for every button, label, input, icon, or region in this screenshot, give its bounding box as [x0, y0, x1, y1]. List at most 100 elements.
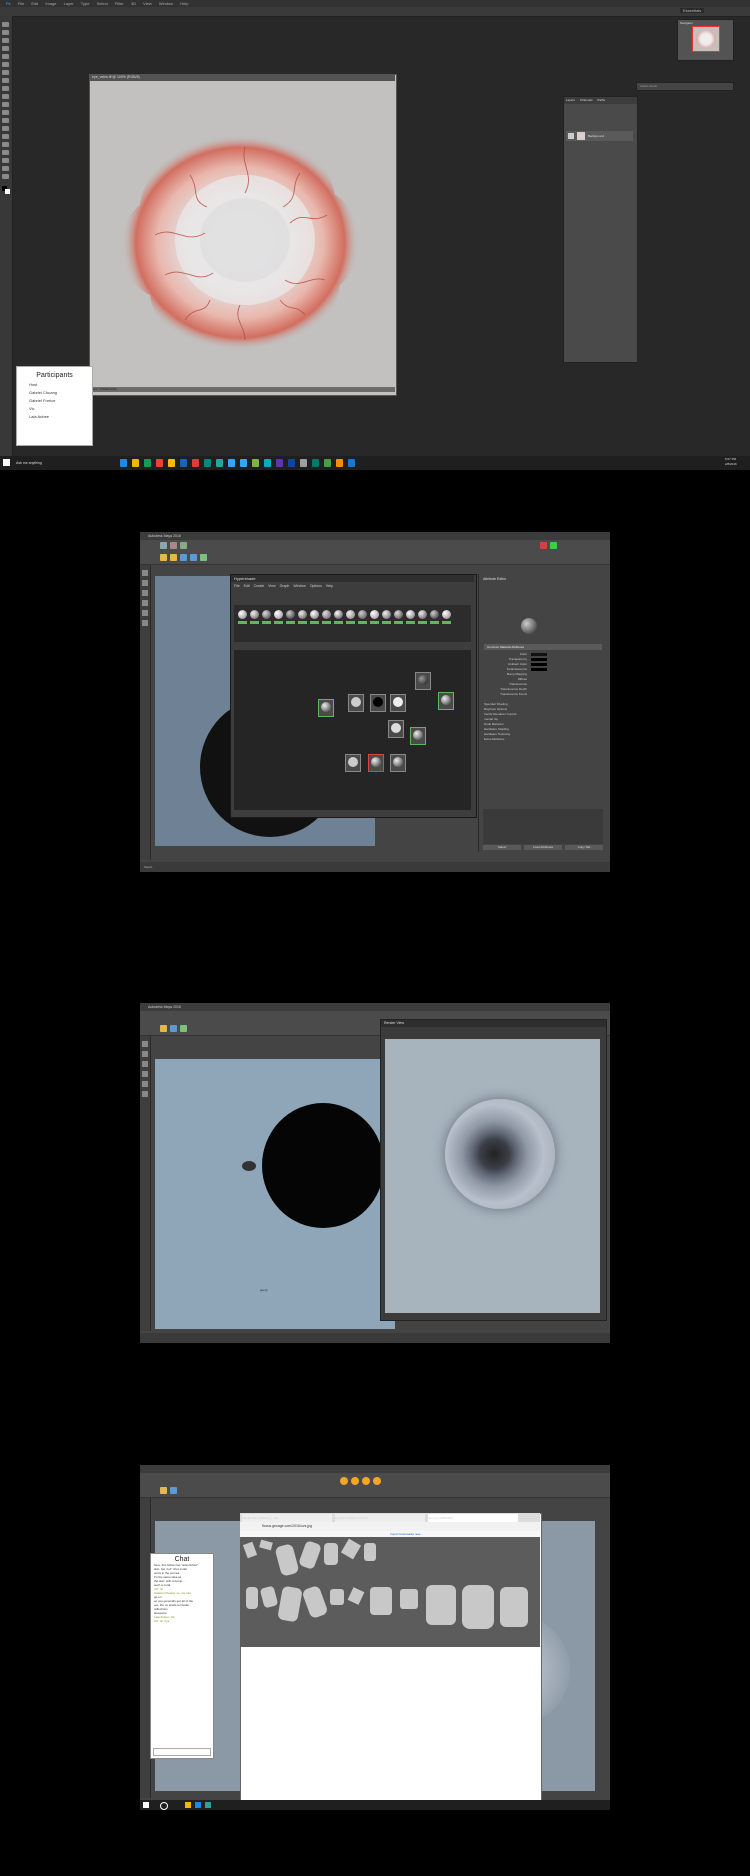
navigator-view-box[interactable]: [692, 26, 720, 52]
eyeball-mesh[interactable]: [262, 1103, 384, 1228]
taskbar-app-icon[interactable]: [192, 459, 199, 467]
shelf-icon[interactable]: [180, 542, 187, 549]
hs-menu-window[interactable]: Window: [293, 584, 305, 588]
hs-menu-help[interactable]: Help: [326, 584, 333, 588]
hand-tool-icon[interactable]: [2, 166, 9, 171]
move-tool-icon[interactable]: [142, 1071, 148, 1077]
dodge-tool-icon[interactable]: [2, 126, 9, 131]
texture-node[interactable]: [390, 694, 406, 712]
crop-tool-icon[interactable]: [2, 54, 9, 59]
material-swatch[interactable]: [394, 610, 403, 619]
material-swatch[interactable]: [418, 610, 427, 619]
attr-section-header[interactable]: Common Material Attributes: [484, 644, 602, 650]
browser-tab[interactable]: Mental Ray Scattering - Ma...: [242, 1514, 332, 1522]
material-swatch[interactable]: [382, 610, 391, 619]
shelf-icon[interactable]: [170, 1487, 177, 1494]
menu-window[interactable]: Window: [159, 1, 173, 6]
participant-item[interactable]: Gabriel Forrice: [29, 398, 92, 403]
lasso-tool-icon[interactable]: [142, 1051, 148, 1057]
brush-tool-icon[interactable]: [2, 78, 9, 83]
taskbar-app-icon[interactable]: [276, 459, 283, 467]
paint-tool-icon[interactable]: [142, 590, 148, 596]
menu-layer[interactable]: Layer: [64, 1, 74, 6]
copy-tab-button[interactable]: Copy Tab: [565, 845, 603, 850]
tab-layers[interactable]: Layers: [566, 98, 575, 102]
material-swatch[interactable]: [334, 610, 343, 619]
material-swatch[interactable]: [238, 610, 247, 619]
shelf-icon[interactable]: [170, 542, 177, 549]
material-swatch[interactable]: [406, 610, 415, 619]
search-input[interactable]: Adobe Stock: [636, 82, 734, 91]
menu-file[interactable]: File: [18, 1, 24, 6]
hs-menu-edit[interactable]: Edit: [244, 584, 250, 588]
taskbar-app-icon[interactable]: [324, 459, 331, 467]
notes-field[interactable]: [483, 809, 603, 844]
node-editor-graph[interactable]: [234, 650, 471, 810]
taskbar-app-icon[interactable]: [216, 459, 223, 467]
shelf-icon[interactable]: [160, 542, 167, 549]
material-swatch[interactable]: [262, 610, 271, 619]
start-icon[interactable]: [143, 1802, 149, 1808]
participant-item[interactable]: Lala Aubee: [29, 414, 92, 419]
workspace-select[interactable]: Essentials: [680, 8, 705, 13]
healing-brush-icon[interactable]: [2, 70, 9, 75]
texture-node[interactable]: [348, 694, 364, 712]
taskbar-app-icon[interactable]: [312, 459, 319, 467]
start-icon[interactable]: [3, 459, 10, 466]
material-swatch[interactable]: [370, 610, 379, 619]
gradient-tool-icon[interactable]: [2, 110, 9, 115]
type-tool-icon[interactable]: [2, 142, 9, 147]
rotate-tool-icon[interactable]: [142, 1081, 148, 1087]
material-swatch[interactable]: [322, 610, 331, 619]
texture-node[interactable]: [388, 720, 404, 738]
shelf-icon[interactable]: [180, 554, 187, 561]
quick-select-icon[interactable]: [2, 46, 9, 51]
taskbar-app-icon[interactable]: [132, 459, 139, 467]
shelf-icon[interactable]: [160, 1487, 167, 1494]
taskbar-app-icon[interactable]: [144, 459, 151, 467]
shape-tool-icon[interactable]: [2, 158, 9, 163]
marquee-tool-icon[interactable]: [2, 30, 9, 35]
material-swatch[interactable]: [298, 610, 307, 619]
clone-stamp-icon[interactable]: [2, 86, 9, 91]
shader-node[interactable]: [390, 754, 406, 772]
taskbar-app-icon[interactable]: [228, 459, 235, 467]
taskbar-app-icon[interactable]: [240, 459, 247, 467]
menu-type[interactable]: Type: [81, 1, 90, 6]
hs-menu-graph[interactable]: Graph: [280, 584, 290, 588]
move-tool-icon[interactable]: [142, 600, 148, 606]
import-bookmarks-link[interactable]: Import bookmarks now...: [390, 1532, 423, 1536]
taskbar-app-icon[interactable]: [205, 1802, 211, 1808]
chat-input[interactable]: [153, 1748, 211, 1756]
shader-node[interactable]: [415, 672, 431, 690]
browser-tab[interactable]: Eyeball Creation Tutorial...: [335, 1514, 425, 1522]
select-tool-icon[interactable]: [142, 1041, 148, 1047]
cornea-mesh[interactable]: [242, 1161, 256, 1171]
color-swatch[interactable]: [531, 653, 547, 656]
rotate-tool-icon[interactable]: [142, 610, 148, 616]
material-swatch[interactable]: [358, 610, 367, 619]
zoom-tool-icon[interactable]: [2, 174, 9, 179]
material-swatch[interactable]: [346, 610, 355, 619]
material-swatch[interactable]: [286, 610, 295, 619]
material-swatch[interactable]: [442, 610, 451, 619]
tab-paths[interactable]: Paths: [597, 98, 605, 102]
taskbar-app-icon[interactable]: [156, 459, 163, 467]
menu-view[interactable]: View: [143, 1, 152, 6]
material-swatch[interactable]: [430, 610, 439, 619]
lasso-tool-icon[interactable]: [2, 38, 9, 43]
render-icon[interactable]: [540, 542, 547, 549]
shelf-icon[interactable]: [170, 554, 177, 561]
select-tool-icon[interactable]: [142, 570, 148, 576]
annotation-icon[interactable]: [373, 1477, 381, 1485]
eyedropper-icon[interactable]: [2, 62, 9, 67]
load-attributes-button[interactable]: Load Attributes: [524, 845, 562, 850]
shelf-icon[interactable]: [190, 554, 197, 561]
taskbar-app-icon[interactable]: [300, 459, 307, 467]
annotation-icon[interactable]: [340, 1477, 348, 1485]
browser-tab-active[interactable]: uvs.jpg (1280x697): [428, 1514, 518, 1522]
annotation-icon[interactable]: [362, 1477, 370, 1485]
attr-subsection[interactable]: Extra Attributes: [484, 737, 516, 742]
history-brush-icon[interactable]: [2, 94, 9, 99]
paint-tool-icon[interactable]: [142, 1061, 148, 1067]
